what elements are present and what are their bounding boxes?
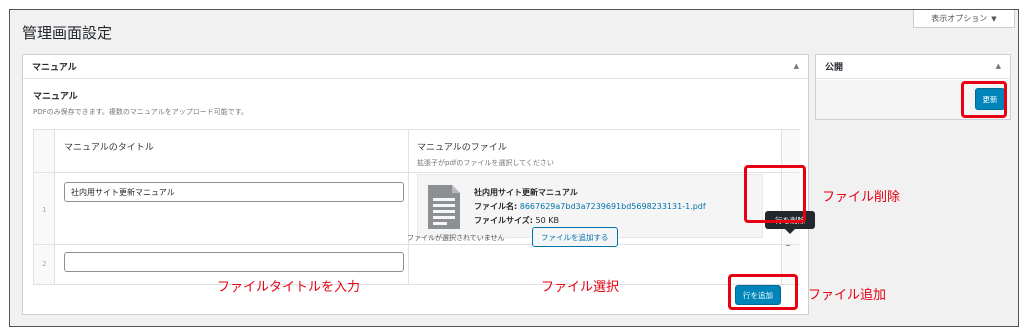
- file-size-value: 50 KB: [535, 216, 559, 225]
- column-header-title: マニュアルのタイトル: [64, 143, 154, 153]
- title-input-row-1[interactable]: 社内用サイト更新マニュアル: [64, 182, 404, 202]
- page-title: 管理画面設定: [22, 24, 113, 42]
- manual-metabox-title: マニュアル: [32, 63, 77, 73]
- screen-options-button[interactable]: 表示オプション ▼: [913, 10, 1015, 28]
- publish-metabox-title: 公開: [825, 63, 844, 73]
- publish-metabox-header[interactable]: 公開 ▲: [816, 55, 1010, 79]
- column-file-description: 拡張子がpdfのファイルを選択してください: [417, 159, 554, 167]
- document-icon: [428, 185, 460, 229]
- minus-icon[interactable]: –: [783, 241, 793, 251]
- annotation-title-input: ファイルタイトルを入力: [217, 280, 361, 295]
- file-name-line: ファイル名: 8667629a7bd3a7239691bd5698233131-…: [474, 201, 706, 212]
- highlight-delete-row: [744, 165, 806, 223]
- filesize-label: ファイルサイズ:: [474, 216, 533, 225]
- highlight-update-button: [961, 81, 1007, 118]
- field-label: マニュアル: [33, 92, 78, 102]
- annotation-file-delete: ファイル削除: [822, 190, 901, 205]
- manual-metabox-header[interactable]: マニュアル ▲: [23, 55, 808, 79]
- repeater-table: マニュアルのタイトル マニュアルのファイル 拡張子がpdfのファイルを選択してく…: [33, 129, 800, 285]
- file-title: 社内用サイト更新マニュアル: [474, 188, 578, 197]
- column-divider: [408, 130, 409, 284]
- filename-label: ファイル名:: [474, 202, 518, 211]
- file-size-line: ファイルサイズ: 50 KB: [474, 215, 559, 226]
- highlight-add-row: [728, 274, 798, 310]
- caret-down-icon: ▼: [991, 14, 997, 23]
- annotation-file-select: ファイル選択: [541, 280, 620, 295]
- column-header-file: マニュアルのファイル: [417, 143, 507, 153]
- title-input-row-2[interactable]: [64, 252, 404, 272]
- row-number: 2: [42, 260, 47, 268]
- annotation-file-add: ファイル追加: [808, 288, 887, 303]
- screen-options-label: 表示オプション: [931, 14, 988, 23]
- file-link[interactable]: 8667629a7bd3a7239691bd5698233131-1.pdf: [520, 202, 706, 211]
- admin-screen: 管理画面設定 表示オプション ▼ マニュアル ▲ マニュアル PDFのみ保存でき…: [9, 9, 1019, 327]
- row-number: 1: [42, 206, 47, 214]
- collapse-toggle-icon[interactable]: ▲: [794, 62, 799, 70]
- collapse-toggle-icon[interactable]: ▲: [996, 62, 1001, 70]
- row-divider: [34, 244, 799, 245]
- add-file-button[interactable]: ファイルを追加する: [532, 227, 618, 247]
- no-file-text: ファイルが選択されていません: [407, 234, 505, 242]
- header-divider: [34, 172, 799, 173]
- manual-metabox: マニュアル ▲ マニュアル PDFのみ保存できます。複数のマニュアルをアップロー…: [22, 54, 815, 315]
- field-description: PDFのみ保存できます。複数のマニュアルをアップロード可能です。: [33, 108, 249, 116]
